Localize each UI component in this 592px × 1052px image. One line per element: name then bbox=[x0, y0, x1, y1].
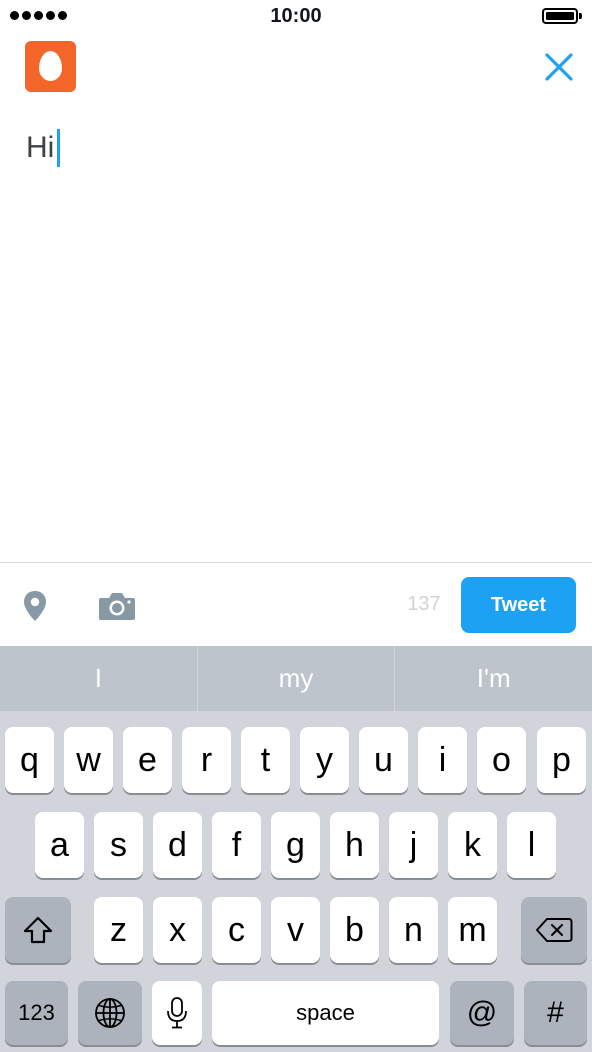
status-bar: 10:00 bbox=[0, 0, 592, 34]
tweet-button[interactable]: Tweet bbox=[461, 577, 576, 633]
egg-icon bbox=[39, 51, 62, 81]
location-button[interactable] bbox=[22, 590, 48, 622]
compose-toolbar: 137 Tweet bbox=[0, 562, 592, 646]
key-z[interactable]: z bbox=[94, 897, 143, 963]
predictive-bar: I my I'm bbox=[0, 646, 592, 711]
backspace-key[interactable] bbox=[521, 897, 587, 963]
key-o[interactable]: o bbox=[477, 727, 526, 793]
battery-icon bbox=[542, 8, 582, 24]
key-h[interactable]: h bbox=[330, 812, 379, 878]
close-icon bbox=[545, 53, 573, 81]
key-l[interactable]: l bbox=[507, 812, 556, 878]
key-e[interactable]: e bbox=[123, 727, 172, 793]
backspace-icon bbox=[536, 918, 573, 942]
text-cursor bbox=[57, 129, 61, 167]
keyboard: q w e r t y u i o p a s d f g h j k l z … bbox=[0, 711, 592, 1052]
numbers-key[interactable]: 123 bbox=[5, 981, 68, 1045]
key-p[interactable]: p bbox=[537, 727, 586, 793]
key-j[interactable]: j bbox=[389, 812, 438, 878]
dictation-key[interactable] bbox=[152, 981, 202, 1045]
suggestion-item[interactable]: I'm bbox=[394, 646, 592, 711]
key-u[interactable]: u bbox=[359, 727, 408, 793]
microphone-icon bbox=[167, 997, 187, 1029]
key-s[interactable]: s bbox=[94, 812, 143, 878]
key-c[interactable]: c bbox=[212, 897, 261, 963]
camera-button[interactable] bbox=[98, 591, 136, 621]
location-pin-icon bbox=[24, 591, 46, 621]
key-t[interactable]: t bbox=[241, 727, 290, 793]
key-v[interactable]: v bbox=[271, 897, 320, 963]
shift-arrow-icon bbox=[23, 916, 53, 944]
key-q[interactable]: q bbox=[5, 727, 54, 793]
key-a[interactable]: a bbox=[35, 812, 84, 878]
key-k[interactable]: k bbox=[448, 812, 497, 878]
key-f[interactable]: f bbox=[212, 812, 261, 878]
key-w[interactable]: w bbox=[64, 727, 113, 793]
shift-key[interactable] bbox=[5, 897, 71, 963]
suggestion-item[interactable]: I bbox=[0, 646, 197, 711]
close-button[interactable] bbox=[541, 49, 577, 85]
key-y[interactable]: y bbox=[300, 727, 349, 793]
character-counter: 137 bbox=[407, 593, 441, 615]
space-key[interactable]: space bbox=[212, 981, 439, 1045]
compose-text: Hi bbox=[26, 131, 55, 164]
globe-icon bbox=[95, 998, 125, 1028]
suggestion-item[interactable]: my bbox=[196, 646, 395, 711]
key-i[interactable]: i bbox=[418, 727, 467, 793]
key-g[interactable]: g bbox=[271, 812, 320, 878]
key-m[interactable]: m bbox=[448, 897, 497, 963]
avatar[interactable] bbox=[25, 41, 76, 92]
key-n[interactable]: n bbox=[389, 897, 438, 963]
key-r[interactable]: r bbox=[182, 727, 231, 793]
status-time: 10:00 bbox=[270, 5, 322, 27]
key-b[interactable]: b bbox=[330, 897, 379, 963]
key-x[interactable]: x bbox=[153, 897, 202, 963]
at-key[interactable]: @ bbox=[450, 981, 514, 1045]
camera-icon bbox=[99, 593, 135, 620]
globe-key[interactable] bbox=[78, 981, 142, 1045]
key-d[interactable]: d bbox=[153, 812, 202, 878]
tweet-compose-field[interactable]: Hi bbox=[26, 128, 61, 168]
hash-key[interactable]: # bbox=[524, 981, 587, 1045]
